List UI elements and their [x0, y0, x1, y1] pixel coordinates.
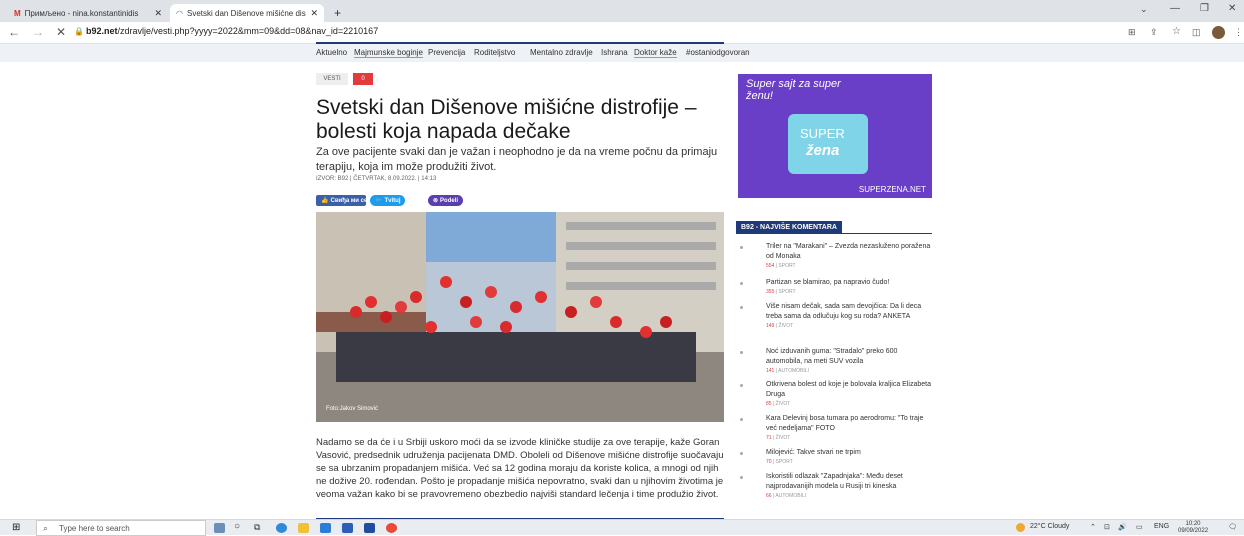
taskbar-search-input[interactable]: ⌕ Type here to search	[36, 520, 206, 536]
profile-avatar[interactable]	[1212, 26, 1225, 39]
tab-search-icon[interactable]: ⌄	[1140, 4, 1148, 15]
section-tag[interactable]: VESTI	[316, 73, 348, 85]
twitter-icon: 🐦	[375, 198, 383, 204]
bullet-icon	[740, 306, 743, 309]
bullet-icon	[740, 476, 743, 479]
menu-icon[interactable]: ⋮	[1234, 27, 1243, 38]
nav-doktor-kaze[interactable]: Doktor kaže	[634, 48, 677, 58]
file-explorer-icon[interactable]	[298, 523, 309, 533]
superzena-ad[interactable]: Super sajt za super ženu! SUPER žena SUP…	[738, 74, 932, 198]
ad-logo-bottom: žena	[806, 142, 840, 159]
forward-icon[interactable]: →	[32, 25, 44, 39]
bullet-icon	[740, 418, 743, 421]
lock-icon: 🔒	[74, 27, 84, 36]
ad-tagline: Super sajt za super ženu!	[746, 78, 841, 102]
chrome-icon[interactable]	[386, 523, 397, 533]
share-icon: ⊚	[433, 198, 439, 204]
nav-aktuelno[interactable]: Aktuelno	[316, 48, 347, 57]
back-icon[interactable]: ←	[8, 25, 20, 39]
bullet-icon	[740, 282, 743, 285]
nav-mentalno-zdravlje[interactable]: Mentalno zdravlje	[530, 48, 593, 57]
stop-icon[interactable]: ✕	[56, 25, 66, 39]
new-tab-button[interactable]: +	[328, 4, 347, 22]
article-meta: IZVOR: B92 | ČETVRTAK, 8.09.2022. | 14:1…	[316, 176, 437, 182]
search-icon: ⌕	[43, 523, 49, 533]
side-panel-icon[interactable]: ◫	[1192, 27, 1201, 38]
tab-label: Svetski dan Dišenove mišićne dis	[186, 8, 306, 18]
weather-icon	[1016, 523, 1025, 532]
facebook-like-button[interactable]: 👍 Cвиђа ми се	[316, 195, 367, 206]
language-indicator[interactable]: ENG	[1154, 523, 1169, 530]
list-item[interactable]: Triler na "Marakani" – Zvezda nezaslužen…	[740, 242, 932, 269]
minimize-icon[interactable]: —	[1170, 3, 1180, 14]
bookmark-star-icon[interactable]: ☆	[1172, 26, 1181, 37]
comments-badge[interactable]: 0	[353, 73, 373, 85]
share-icon[interactable]: ⇪	[1150, 27, 1158, 38]
windows-start-icon[interactable]: ⊞	[12, 522, 20, 533]
close-tab-icon[interactable]: ✕	[306, 8, 318, 19]
thumbs-up-icon: 👍	[321, 198, 329, 204]
word-icon[interactable]	[342, 523, 353, 533]
list-item[interactable]: Milojević: Takve stvari ne trpim 70 | SP…	[740, 448, 932, 465]
article-title: Svetski dan Dišenove mišićne distrofije …	[316, 96, 697, 143]
list-item[interactable]: Više nisam dečak, sada sam devojčica: Da…	[740, 302, 932, 329]
task-view-icon[interactable]: ⧉	[254, 522, 260, 533]
translate-icon[interactable]: ⊞	[1128, 27, 1136, 38]
cortana-image-icon[interactable]	[214, 523, 225, 533]
article-body: Nadamo se da će i u Srbiji uskoro moći d…	[316, 437, 724, 500]
browser-toolbar: ← → ✕ 🔒 b92.net/zdravlje/vesti.php?yyyy=…	[0, 22, 1244, 44]
browser-tab-bar: M Примљено - nina.konstantinidis ✕ ◠ Sve…	[0, 0, 1244, 22]
edge-icon[interactable]	[276, 523, 287, 533]
notifications-icon[interactable]: 🗨	[1228, 523, 1237, 531]
street-scene-image	[316, 212, 724, 422]
bullet-icon	[740, 452, 743, 455]
article-photo: Foto:Jakov Simović	[316, 212, 724, 422]
list-item[interactable]: Kara Delevinj bosa tumara po aerodromu: …	[740, 414, 932, 441]
close-window-icon[interactable]: ✕	[1228, 3, 1236, 14]
gmail-icon: M	[14, 8, 21, 18]
tray-arrow-icon[interactable]: ⌃	[1090, 523, 1096, 531]
bullet-icon	[740, 351, 743, 354]
close-tab-icon[interactable]: ✕	[150, 8, 162, 19]
cortana-icon[interactable]: ○	[234, 521, 240, 532]
url-path: /zdravlje/vesti.php?yyyy=2022&mm=09&dd=0…	[117, 26, 379, 36]
store-icon[interactable]	[364, 523, 375, 533]
clock[interactable]: 10:20 09/09/2022	[1178, 521, 1208, 535]
maximize-icon[interactable]: ❐	[1200, 3, 1209, 14]
tab-label: Примљено - nina.konstantinidis	[24, 8, 139, 18]
nav-majmunske-boginje[interactable]: Majmunske boginje	[354, 48, 423, 58]
nav-roditeljstvo[interactable]: Roditeljstvo	[474, 48, 515, 57]
twitter-share-button[interactable]: 🐦 Tvituj	[370, 195, 406, 206]
photo-credit: Foto:Jakov Simović	[326, 406, 379, 412]
volume-icon[interactable]: 🔊	[1118, 523, 1127, 531]
nav-ishrana[interactable]: Ishrana	[601, 48, 628, 57]
article-lead: Za ove pacijente svaki dan je važan i ne…	[316, 146, 718, 173]
battery-icon[interactable]: ▭	[1136, 523, 1143, 531]
list-item[interactable]: Otkrivena bolest od koje je bolovala kra…	[740, 380, 932, 407]
nav-ostaniodgovoran[interactable]: #ostaniodgovoran	[686, 48, 750, 57]
tab-article[interactable]: ◠ Svetski dan Dišenove mišićne dis ✕	[170, 4, 324, 22]
search-placeholder: Type here to search	[59, 523, 130, 533]
list-item[interactable]: Partizan se blamirao, pa napravio čudo! …	[740, 278, 932, 295]
progress-line	[316, 42, 724, 44]
address-bar[interactable]: b92.net/zdravlje/vesti.php?yyyy=2022&mm=…	[86, 26, 378, 36]
mail-icon[interactable]	[320, 523, 331, 533]
url-domain: b92.net	[86, 26, 118, 36]
bullet-icon	[740, 246, 743, 249]
list-item[interactable]: Iskoristili odlazak "Zapadnjaka": Među d…	[740, 472, 932, 499]
windows-taskbar: ⊞ ⌕ Type here to search ○ ⧉ 22°C Cloudy …	[0, 519, 1244, 536]
loading-icon: ◠	[176, 8, 183, 18]
share-button[interactable]: ⊚ Podeli	[428, 195, 464, 206]
network-icon[interactable]: ⊡	[1104, 523, 1110, 531]
weather-text[interactable]: 22°C Cloudy	[1030, 523, 1069, 530]
ad-logo-top: SUPER	[800, 126, 845, 141]
ad-footer: SUPERZENA.NET	[858, 185, 926, 194]
list-item[interactable]: Noć izduvanih guma: "Stradalo" preko 600…	[740, 347, 932, 374]
most-commented-heading: B92 - NAJVIŠE KOMENTARA	[736, 221, 842, 233]
nav-prevencija[interactable]: Prevencija	[428, 48, 465, 57]
tab-gmail[interactable]: M Примљено - nina.konstantinidis ✕	[8, 4, 168, 22]
widget-divider	[736, 233, 932, 234]
site-nav: Aktuelno Majmunske boginje Prevencija Ro…	[0, 44, 1244, 62]
bullet-icon	[740, 384, 743, 387]
